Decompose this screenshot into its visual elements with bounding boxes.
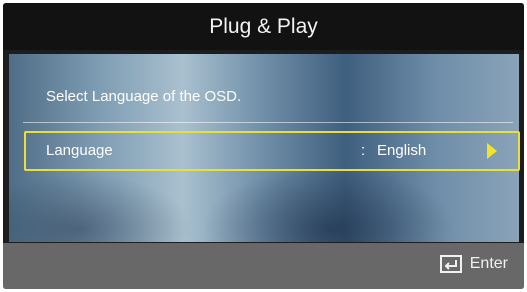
content-panel: Select Language of the OSD. Language : E… (9, 54, 520, 242)
language-setting-row[interactable]: Language : English (24, 131, 520, 171)
enter-button[interactable]: Enter (439, 255, 508, 273)
divider (23, 122, 513, 123)
prompt-text: Select Language of the OSD. (46, 88, 242, 105)
enter-label: Enter (469, 255, 508, 272)
osd-window: Plug & Play Select Language of the OSD. … (3, 3, 524, 289)
footer-bar: Enter (3, 243, 524, 289)
language-separator: : (361, 142, 366, 159)
language-value: English (377, 142, 427, 159)
language-label: Language (46, 142, 113, 159)
window-title: Plug & Play (209, 14, 318, 38)
enter-key-icon (439, 255, 462, 273)
title-bar: Plug & Play (3, 3, 524, 50)
right-arrow-icon[interactable] (487, 143, 497, 159)
